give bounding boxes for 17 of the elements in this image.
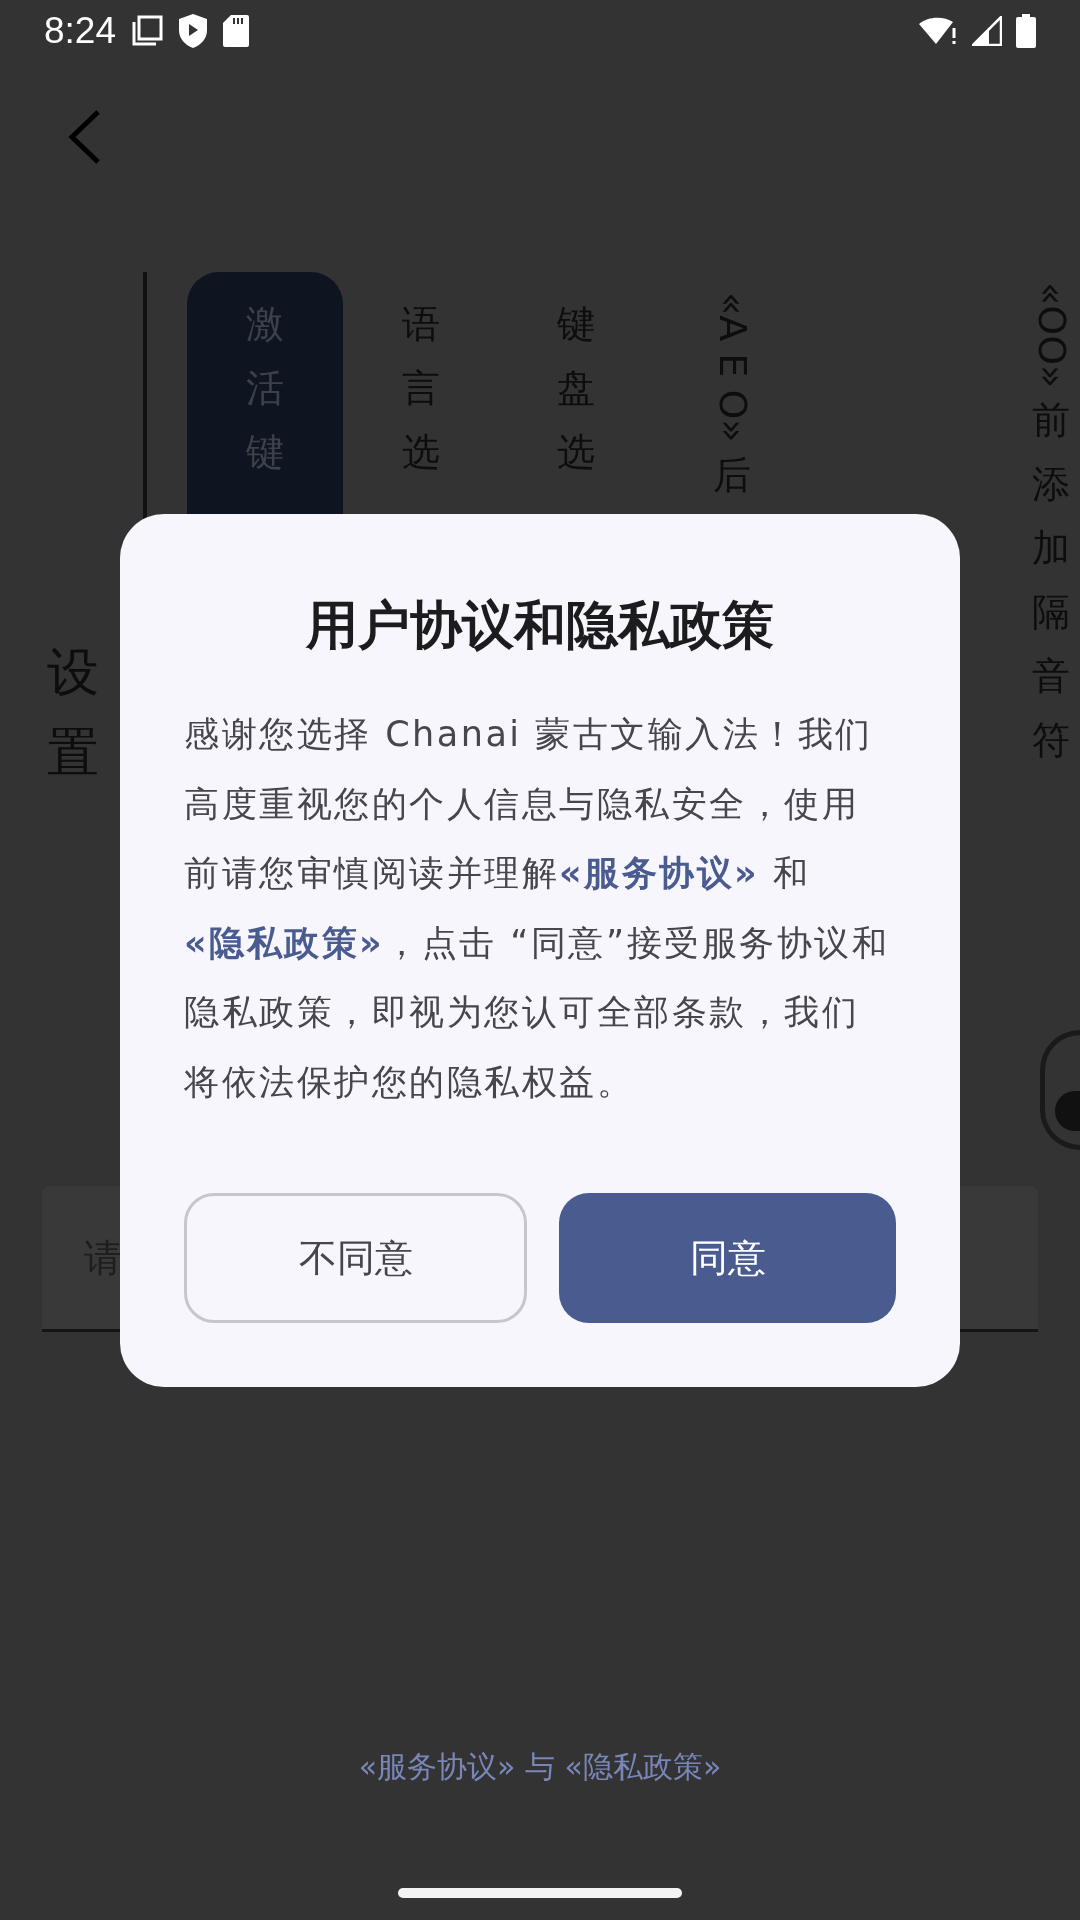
status-time: 8:24	[44, 10, 116, 52]
link[interactable]: «服务协议»	[559, 853, 760, 894]
signal-icon	[972, 16, 1002, 46]
agree-button[interactable]: 同意	[559, 1193, 896, 1324]
copy-icon	[130, 14, 164, 48]
toggle-switch[interactable]	[1040, 1030, 1080, 1150]
home-indicator[interactable]	[398, 1888, 682, 1898]
shield-icon	[178, 13, 208, 49]
dialog-title: 用户协议和隐私政策	[304, 594, 775, 657]
sd-card-icon	[222, 14, 250, 48]
disagree-button[interactable]: 不同意	[184, 1193, 527, 1324]
wifi-icon	[918, 16, 958, 46]
dialog-message: 感谢您选择 Chanai 蒙古文输入法！我们高度重视您的个人信息与隐私安全，使用前请您审慎阅读并理解«服务协议» 和 «隐私政策»，点击 “同意”接受服务协议和隐私政策，即视为您认可全部条款，我们将依法保护您的隐私权益。	[184, 713, 891, 1104]
link[interactable]: «隐私政策»	[184, 922, 385, 963]
agreement-links[interactable]: «服务协议» 与 «隐私政策»	[358, 1747, 722, 1788]
back-icon[interactable]	[66, 109, 102, 165]
battery-icon	[1016, 14, 1036, 48]
